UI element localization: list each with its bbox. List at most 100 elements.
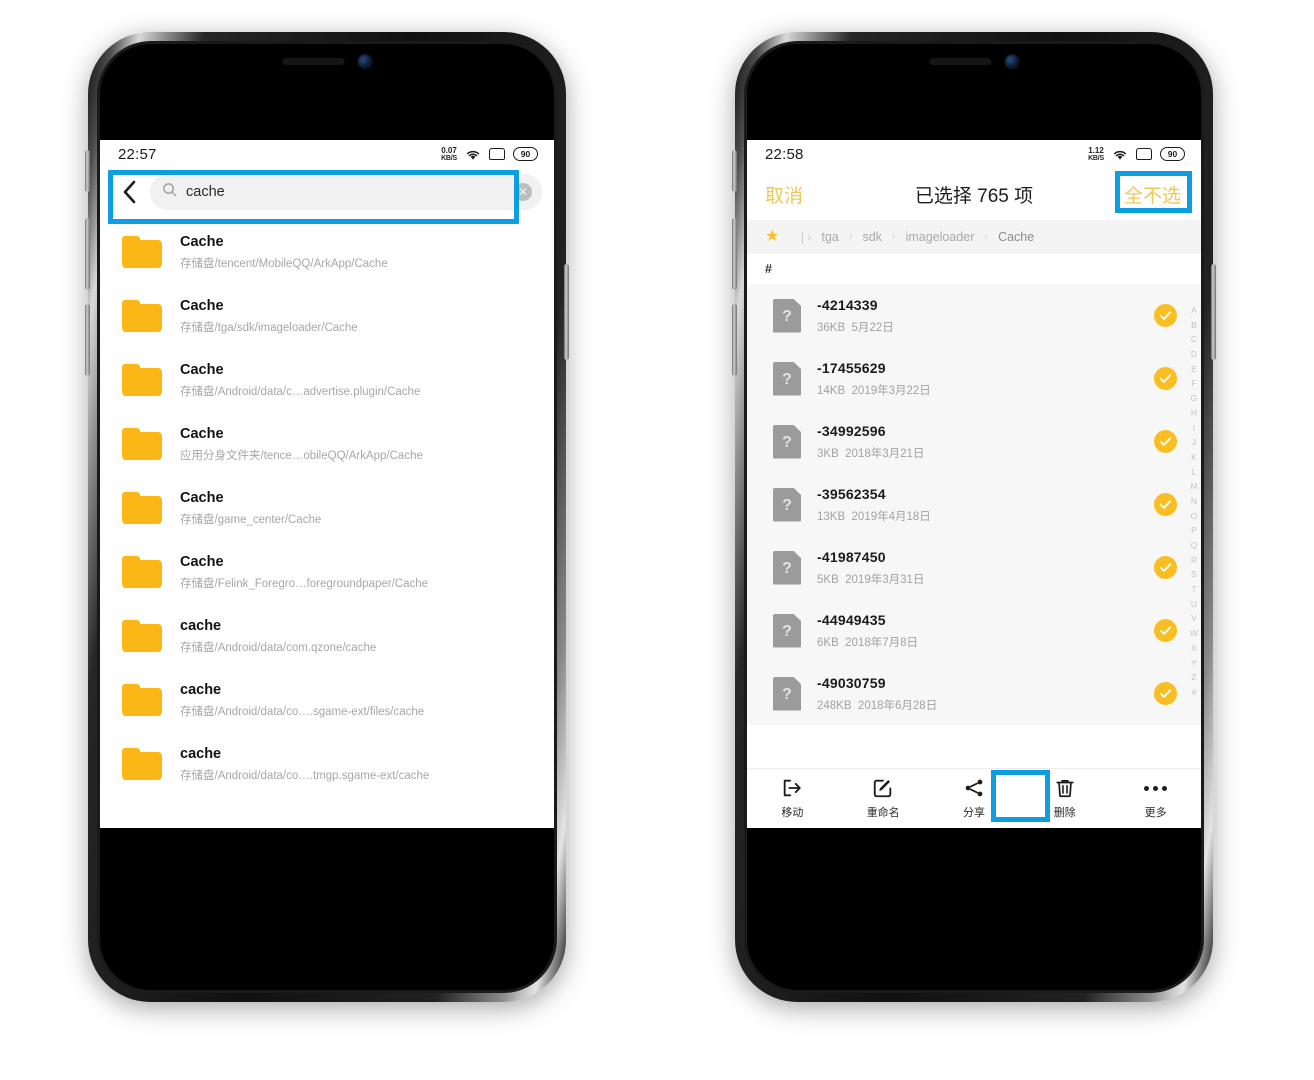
alpha-index-Z[interactable]: Z	[1191, 673, 1196, 688]
phone-button-volume-up-right[interactable]	[732, 218, 737, 290]
alpha-index-Y[interactable]: Y	[1191, 658, 1197, 674]
search-result-row[interactable]: Cache 存储盘/Android/data/c…advertise.plugin…	[100, 348, 554, 412]
toolbar-button-rename-pencil[interactable]: 重命名	[838, 777, 929, 820]
folder-path: 存储盘/Android/data/com.qzone/cache	[180, 641, 377, 654]
toolbar-button-more-dots[interactable]: 更多	[1110, 777, 1201, 820]
cancel-button[interactable]: 取消	[765, 181, 803, 208]
section-header-label: #	[765, 262, 772, 276]
star-icon[interactable]: ★	[765, 229, 779, 245]
file-list[interactable]: ? -4214339 36KB 5月22日? -17455629 14KB 2019年3…	[747, 284, 1201, 725]
alpha-index-O[interactable]: O	[1191, 511, 1198, 527]
alpha-index-T[interactable]: T	[1191, 585, 1196, 600]
alpha-index-F[interactable]: F	[1191, 379, 1196, 394]
right-phone: 22:58 1.12 KB/S 90 取消 已选择 765 项 全不选 ★ ❘›…	[732, 32, 1216, 1002]
breadcrumb[interactable]: ★ ❘› tga › sdk › imageloader › Cache	[747, 220, 1201, 254]
alpha-index-N[interactable]: N	[1191, 497, 1197, 512]
folder-icon	[122, 236, 162, 268]
file-list-row[interactable]: ? -44949435 6KB 2018年7月8日	[747, 599, 1201, 662]
alpha-index-J[interactable]: J	[1192, 438, 1196, 453]
alpha-index-B[interactable]: B	[1191, 321, 1197, 336]
folder-path: 存储盘/Android/data/co….tmgp.sgame-ext/cach…	[180, 769, 430, 782]
unknown-file-icon: ?	[773, 613, 801, 648]
checkbox-selected-icon[interactable]	[1154, 367, 1177, 390]
file-list-row[interactable]: ? -4214339 36KB 5月22日	[747, 284, 1201, 347]
alpha-index-P[interactable]: P	[1191, 526, 1197, 541]
file-name: -39562354	[817, 485, 886, 502]
breadcrumb-item-tga[interactable]: tga	[821, 230, 838, 244]
file-list-row[interactable]: ? -41987450 5KB 2019年3月31日	[747, 536, 1201, 599]
phone-button-power[interactable]	[564, 264, 569, 360]
folder-icon	[122, 620, 162, 652]
folder-name: Cache	[180, 425, 224, 442]
phone-button-volume-down-right[interactable]	[732, 304, 737, 376]
alpha-index-E[interactable]: E	[1191, 365, 1197, 380]
checkbox-selected-icon[interactable]	[1154, 682, 1177, 705]
alpha-index-R[interactable]: R	[1191, 556, 1197, 571]
phone-button-volume-up[interactable]	[85, 218, 90, 290]
alpha-index-H[interactable]: H	[1191, 409, 1197, 424]
network-speed-indicator: 0.07 KB/S	[441, 145, 457, 162]
alpha-index-G[interactable]: G	[1191, 394, 1198, 409]
toolbar-label: 删除	[1053, 807, 1076, 819]
alpha-index-X[interactable]: X	[1191, 644, 1197, 659]
alpha-index-L[interactable]: L	[1192, 467, 1197, 483]
alpha-index-I[interactable]: I	[1193, 423, 1195, 439]
checkbox-selected-icon[interactable]	[1154, 619, 1177, 642]
alphabet-index-scrollbar[interactable]: A B C D E F G H I J K L M N O P Q R S T U V W X Y Z #	[1190, 306, 1198, 703]
search-result-row[interactable]: Cache 存储盘/game_center/Cache	[100, 476, 554, 540]
alpha-index-S[interactable]: S	[1191, 570, 1197, 585]
toolbar-button-trash[interactable]: 删除	[1019, 777, 1110, 820]
alpha-index-U[interactable]: U	[1191, 600, 1197, 615]
file-list-row[interactable]: ? -17455629 14KB 2019年3月22日	[747, 347, 1201, 410]
checkbox-selected-icon[interactable]	[1154, 556, 1177, 579]
alpha-index-W[interactable]: W	[1190, 629, 1198, 644]
screenshot-stage: 22:57 0.07 KB/S 90 cache ✕ Cache 存储盘/ten…	[0, 0, 1314, 1080]
search-result-row[interactable]: Cache 应用分身文件夹/tence…obileQQ/ArkApp/Cache	[100, 412, 554, 476]
search-input[interactable]: cache ✕	[150, 174, 542, 210]
clear-circle-icon[interactable]: ✕	[514, 183, 532, 201]
folder-icon	[122, 428, 162, 460]
search-results-list[interactable]: Cache 存储盘/tencent/MobileQQ/ArkApp/Cache Ca…	[100, 220, 554, 796]
file-name: -49030759	[817, 674, 886, 691]
folder-path: 存储盘/Android/data/c…advertise.plugin/Cach…	[180, 385, 421, 398]
phone-button-power-right[interactable]	[1211, 264, 1216, 360]
phone-button-mute[interactable]	[85, 150, 90, 192]
checkbox-selected-icon[interactable]	[1154, 304, 1177, 327]
alpha-index-V[interactable]: V	[1191, 614, 1197, 629]
toolbar-button-move-into[interactable]: 移动	[747, 777, 838, 820]
network-speed-value: 0.07	[441, 145, 457, 155]
search-result-row[interactable]: Cache 存储盘/tga/sdk/imageloader/Cache	[100, 284, 554, 348]
phone-button-volume-down[interactable]	[85, 304, 90, 376]
phone-bezel-right: 22:58 1.12 KB/S 90 取消 已选择 765 项 全不选 ★ ❘›…	[744, 41, 1204, 993]
file-list-row[interactable]: ? -49030759 248KB 2018年6月28日	[747, 662, 1201, 725]
back-chevron-icon[interactable]	[112, 180, 146, 204]
phone-button-mute-right[interactable]	[732, 150, 737, 192]
alpha-index-K[interactable]: K	[1191, 453, 1197, 468]
search-result-row[interactable]: cache 存储盘/Android/data/co….tmgp.sgame-ext…	[100, 732, 554, 796]
battery-level-text: 90	[1167, 149, 1178, 159]
file-list-row[interactable]: ? -39562354 13KB 2019年4月18日	[747, 473, 1201, 536]
toolbar-button-share-nodes[interactable]: 分享	[929, 777, 1020, 820]
alpha-index-D[interactable]: D	[1191, 350, 1197, 365]
alpha-index-A[interactable]: A	[1191, 306, 1197, 321]
checkbox-selected-icon[interactable]	[1154, 493, 1177, 516]
breadcrumb-overflow-icon[interactable]: ❘›	[797, 230, 811, 244]
network-speed-indicator: 1.12 KB/S	[1088, 146, 1104, 162]
breadcrumb-item-Cache[interactable]: Cache	[998, 230, 1034, 244]
breadcrumb-item-sdk[interactable]: sdk	[862, 230, 881, 244]
search-result-row[interactable]: cache 存储盘/Android/data/com.qzone/cache	[100, 604, 554, 668]
breadcrumb-item-imageloader[interactable]: imageloader	[906, 230, 975, 244]
action-toolbar[interactable]: 移动 重命名 分享 删除 更多	[747, 768, 1201, 828]
search-result-row[interactable]: Cache 存储盘/tencent/MobileQQ/ArkApp/Cache	[100, 220, 554, 284]
search-result-row[interactable]: Cache 存储盘/Felink_Foregro…foregroundpaper/…	[100, 540, 554, 604]
alpha-index-M[interactable]: M	[1190, 482, 1197, 497]
file-list-row[interactable]: ? -34992596 3KB 2018年3月21日	[747, 410, 1201, 473]
alpha-index-hash[interactable]: #	[1192, 688, 1197, 703]
search-result-row[interactable]: cache 存储盘/Android/data/co….sgame-ext/file…	[100, 668, 554, 732]
alpha-index-Q[interactable]: Q	[1191, 541, 1198, 556]
alpha-index-C[interactable]: C	[1191, 335, 1197, 350]
checkbox-selected-icon[interactable]	[1154, 430, 1177, 453]
front-camera-icon	[358, 54, 372, 68]
select-none-button[interactable]: 全不选	[1118, 177, 1187, 212]
rename-pencil-icon	[872, 777, 894, 799]
